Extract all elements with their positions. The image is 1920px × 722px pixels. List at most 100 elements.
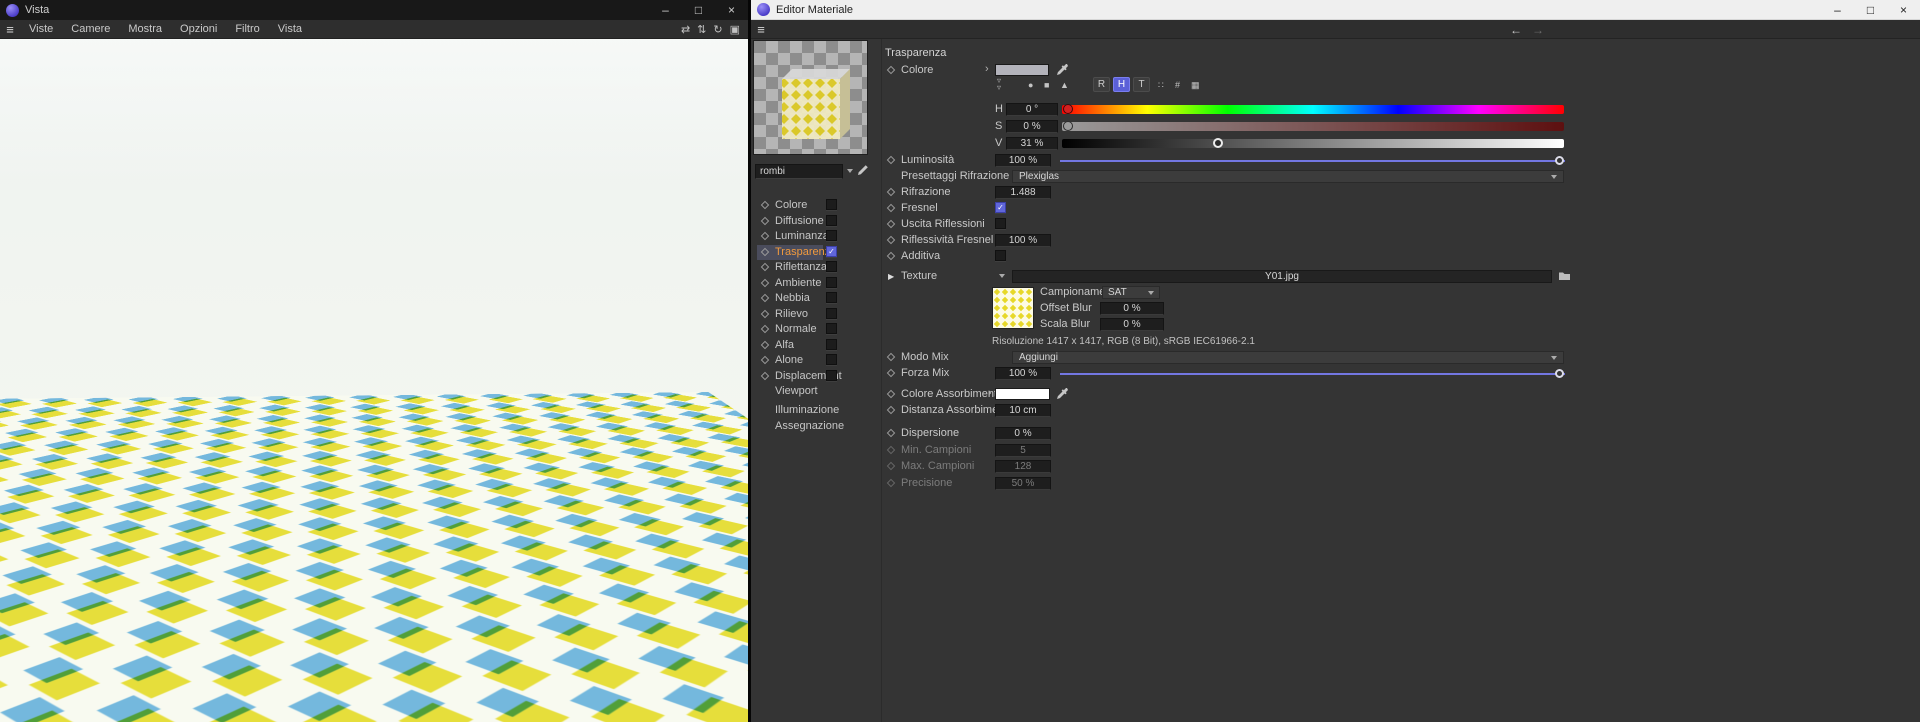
texture-filename-bar[interactable]: Y01.jpg — [1012, 270, 1552, 283]
saturation-value[interactable]: 0 % — [1006, 120, 1058, 133]
keyframe-diamond-icon[interactable] — [886, 251, 896, 261]
luminosita-slider[interactable] — [1060, 160, 1565, 162]
forza-mix-slider-knob[interactable] — [1555, 369, 1564, 378]
hue-value[interactable]: 0 ° — [1006, 103, 1058, 116]
menu-camere[interactable]: Camere — [62, 23, 119, 35]
keyframe-diamond-icon[interactable] — [886, 428, 896, 438]
eyedropper-icon[interactable] — [1055, 387, 1068, 403]
channel-checkbox[interactable] — [826, 230, 837, 241]
material-name-input[interactable]: rombi — [755, 164, 843, 179]
keyframe-diamond-icon[interactable] — [886, 219, 896, 229]
channel-row-viewport[interactable]: Viewport — [751, 384, 882, 399]
material-preview[interactable] — [753, 40, 868, 155]
forza-mix-value[interactable]: 100 % — [995, 367, 1051, 380]
channel-checkbox[interactable] — [826, 215, 837, 226]
menu-vista[interactable]: Vista — [269, 23, 311, 35]
luminosita-slider-knob[interactable] — [1555, 156, 1564, 165]
expand-arrow-icon[interactable]: ▶ — [888, 272, 894, 281]
dispersione-value[interactable]: 0 % — [995, 427, 1051, 440]
hue-slider[interactable] — [1062, 105, 1564, 114]
presettaggi-dropdown[interactable]: Plexiglas — [1012, 170, 1564, 183]
maximize-button[interactable]: □ — [682, 0, 715, 20]
menu-viste[interactable]: Viste — [20, 23, 62, 35]
mode-t-button[interactable]: T — [1133, 77, 1150, 92]
modo-mix-dropdown[interactable]: Aggiungi — [1012, 351, 1564, 364]
value-value[interactable]: 31 % — [1006, 137, 1058, 150]
hamburger-icon[interactable]: ≡ — [751, 22, 771, 37]
colore-swatch[interactable] — [995, 64, 1049, 76]
channel-checkbox[interactable] — [826, 308, 837, 319]
keyframe-diamond-icon[interactable] — [886, 235, 896, 245]
close-button[interactable]: × — [715, 0, 748, 20]
rename-pencil-icon[interactable] — [857, 163, 869, 181]
history-back-icon[interactable]: ← — [1510, 20, 1522, 39]
menu-opzioni[interactable]: Opzioni — [171, 23, 226, 35]
keyframe-diamond-icon[interactable] — [886, 368, 896, 378]
hamburger-icon[interactable]: ≡ — [0, 22, 20, 37]
value-slider[interactable] — [1062, 139, 1564, 148]
mode-h-button[interactable]: H — [1113, 77, 1130, 92]
viewport-canvas[interactable] — [0, 39, 748, 722]
channel-row-ambiente[interactable]: Ambiente — [751, 276, 882, 291]
texture-dropdown-icon[interactable] — [999, 274, 1005, 278]
eyedropper-icon[interactable] — [1055, 63, 1068, 79]
close-button[interactable]: × — [1887, 0, 1920, 19]
keyframe-diamond-icon[interactable] — [886, 389, 896, 399]
rotate-icon[interactable]: ↻ — [713, 23, 722, 36]
chevron-right-icon[interactable]: › — [988, 387, 992, 399]
history-forward-icon[interactable]: → — [1532, 20, 1544, 39]
scala-blur-value[interactable]: 0 % — [1100, 318, 1164, 331]
hex-icon[interactable]: # — [1175, 80, 1180, 90]
name-dropdown-icon[interactable] — [847, 169, 853, 173]
mode-r-button[interactable]: R — [1093, 77, 1110, 92]
keyframe-diamond-icon[interactable] — [886, 65, 896, 75]
folder-icon[interactable] — [1558, 270, 1571, 284]
color-box-icon[interactable]: ■ — [1044, 80, 1049, 90]
channel-row-assegnazione[interactable]: Assegnazione — [751, 419, 882, 434]
offset-blur-value[interactable]: 0 % — [1100, 302, 1164, 315]
keyframe-diamond-icon[interactable] — [886, 405, 896, 415]
forza-mix-slider[interactable] — [1060, 373, 1565, 375]
pan-icon[interactable]: ⇄ — [681, 23, 690, 36]
dolly-icon[interactable]: ⇅ — [697, 23, 706, 36]
keyframe-diamond-icon[interactable] — [886, 352, 896, 362]
channel-row-displacement[interactable]: Displacement — [751, 369, 882, 384]
channel-checkbox[interactable] — [826, 199, 837, 210]
hue-slider-knob[interactable] — [1063, 104, 1073, 114]
channel-checkbox[interactable] — [826, 261, 837, 272]
riflessivita-value[interactable]: 100 % — [995, 234, 1051, 247]
keyframe-diamond-icon[interactable] — [886, 155, 896, 165]
menu-mostra[interactable]: Mostra — [119, 23, 171, 35]
channel-checkbox[interactable] — [826, 323, 837, 334]
keyframe-diamond-icon[interactable] — [886, 187, 896, 197]
maximize-button[interactable]: □ — [1854, 0, 1887, 19]
channel-checkbox[interactable] — [826, 354, 837, 365]
saturation-slider-knob[interactable] — [1063, 121, 1073, 131]
channel-row-luminanza[interactable]: Luminanza — [751, 229, 882, 244]
channel-row-riflettanza[interactable]: Riflettanza — [751, 260, 882, 275]
gradient-icon[interactable]: ▲ — [1060, 80, 1069, 90]
channel-row-alfa[interactable]: Alfa — [751, 338, 882, 353]
toggle-view-icon[interactable]: ▣ — [730, 23, 740, 36]
channel-row-rilievo[interactable]: Rilievo — [751, 307, 882, 322]
channel-checkbox[interactable] — [826, 370, 837, 381]
channel-checkbox[interactable] — [826, 277, 837, 288]
fresnel-checkbox[interactable]: ✓ — [995, 202, 1006, 213]
uscita-riflessioni-checkbox[interactable] — [995, 218, 1006, 229]
channel-row-nebbia[interactable]: Nebbia — [751, 291, 882, 306]
chevron-right-icon[interactable]: › — [985, 63, 989, 75]
channel-row-trasparenza[interactable]: Trasparenza ✓ — [751, 245, 882, 260]
swatches-icon[interactable]: ∷ — [1158, 80, 1164, 91]
channel-row-diffusione[interactable]: Diffusione — [751, 214, 882, 229]
saturation-slider[interactable] — [1062, 122, 1564, 131]
luminosita-value[interactable]: 100 % — [995, 154, 1051, 167]
channel-row-colore[interactable]: Colore — [751, 198, 882, 213]
channel-row-normale[interactable]: Normale — [751, 322, 882, 337]
channel-checkbox[interactable] — [826, 339, 837, 350]
collapse-icon[interactable]: ▿ ▿ — [997, 77, 1001, 92]
rifrazione-value[interactable]: 1.488 — [995, 186, 1051, 199]
minimize-button[interactable]: – — [649, 0, 682, 20]
channel-row-alone[interactable]: Alone — [751, 353, 882, 368]
menu-filtro[interactable]: Filtro — [226, 23, 268, 35]
channel-row-illuminazione[interactable]: Illuminazione — [751, 403, 882, 418]
